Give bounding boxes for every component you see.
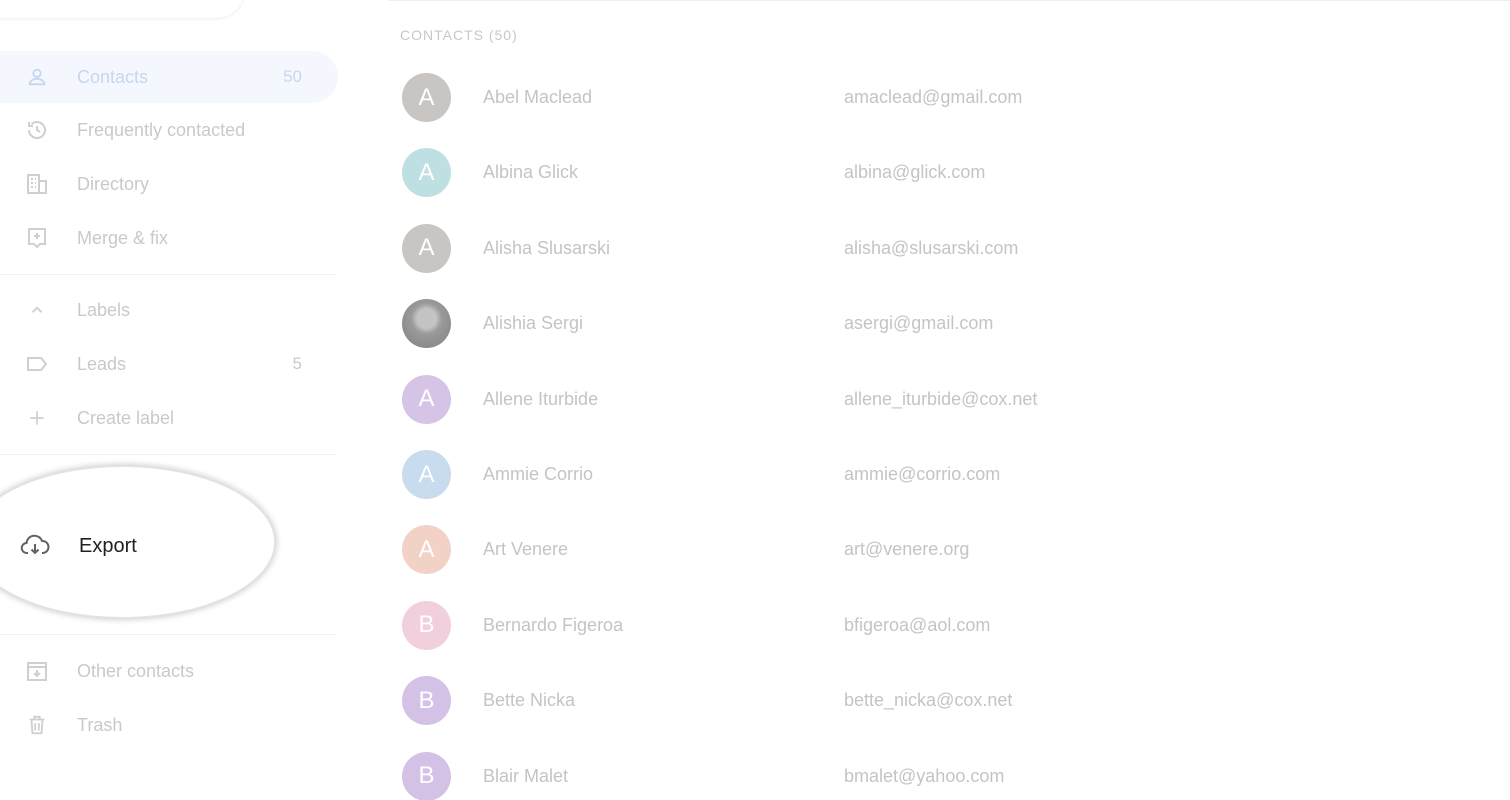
- contact-name: Blair Malet: [483, 765, 569, 786]
- contact-name: Allene Iturbide: [483, 388, 599, 409]
- cloud-download-icon: [20, 533, 50, 559]
- sidebar-item-frequently-contacted[interactable]: Frequently contacted: [0, 104, 338, 156]
- contact-email: albina@glick.com: [844, 162, 986, 183]
- avatar: A: [402, 450, 451, 499]
- avatar: B: [402, 676, 451, 726]
- sidebar: Contacts 50 Frequently contacted Directo…: [0, 0, 340, 800]
- contact-row[interactable]: A Albina Glick albina@glick.com: [388, 135, 1510, 210]
- contact-name: Bernardo Figeroa: [483, 614, 624, 635]
- contact-name: Alisha Slusarski: [483, 237, 611, 258]
- avatar: A: [402, 525, 451, 575]
- section-title: CONTACTS (50): [400, 27, 518, 43]
- archive-icon: [24, 658, 50, 684]
- avatar: A: [402, 223, 451, 273]
- contact-name: Ammie Corrio: [483, 464, 594, 484]
- contact-row[interactable]: A Art Venere art@venere.org: [388, 512, 1510, 587]
- sidebar-item-label: Other contacts: [77, 660, 195, 681]
- label-icon: [24, 351, 50, 377]
- history-icon: [24, 117, 50, 143]
- contact-row[interactable]: A Allene Iturbide allene_iturbide@cox.net: [388, 362, 1510, 437]
- sidebar-item-label: Merge & fix: [77, 227, 169, 248]
- export-label: Export: [79, 534, 137, 557]
- chevron-up-icon: [24, 297, 50, 323]
- building-icon: [24, 171, 50, 197]
- labels-header: Labels: [77, 299, 131, 320]
- sidebar-item-leads[interactable]: Leads 5: [0, 338, 338, 390]
- contact-row[interactable]: A Alisha Slusarski alisha@slusarski.com: [388, 211, 1510, 286]
- contact-name: Albina Glick: [483, 162, 579, 183]
- avatar: B: [402, 600, 451, 650]
- export-button[interactable]: Export: [0, 520, 260, 572]
- sidebar-item-other-contacts[interactable]: Other contacts: [0, 645, 338, 697]
- auto-fix-icon: [24, 225, 50, 251]
- contact-name: Bette Nicka: [483, 690, 576, 711]
- contact-email: amaclead@gmail.com: [844, 87, 1023, 107]
- labels-toggle[interactable]: Labels: [0, 284, 338, 336]
- contact-row[interactable]: B Bette Nicka bette_nicka@cox.net: [388, 663, 1510, 738]
- contacts-count: 50: [283, 67, 302, 86]
- contact-name: Abel Maclead: [483, 87, 593, 107]
- trash-icon: [24, 712, 50, 738]
- contact-email: bmalet@yahoo.com: [844, 765, 1005, 786]
- avatar: B: [402, 751, 451, 800]
- sidebar-item-merge-fix[interactable]: Merge & fix: [0, 212, 338, 264]
- avatar: A: [402, 73, 451, 122]
- avatar: A: [402, 374, 451, 424]
- avatar: A: [402, 148, 451, 198]
- person-icon: [24, 64, 50, 90]
- contact-name: Alishia Sergi: [483, 313, 584, 334]
- contact-email: art@venere.org: [844, 539, 970, 560]
- contact-email: asergi@gmail.com: [844, 313, 994, 334]
- contact-row[interactable]: B Blair Malet bmalet@yahoo.com: [388, 739, 1510, 800]
- divider: [0, 454, 336, 455]
- sidebar-item-label: Trash: [77, 714, 123, 735]
- divider: [388, 0, 1510, 1]
- sidebar-item-directory[interactable]: Directory: [0, 158, 338, 210]
- contact-row[interactable]: Alishia Sergi asergi@gmail.com: [388, 286, 1510, 361]
- contact-row[interactable]: A Abel Maclead amaclead@gmail.com: [388, 60, 1510, 135]
- plus-icon: [24, 405, 50, 431]
- sidebar-item-contacts[interactable]: Contacts 50: [0, 51, 338, 103]
- leads-count: 5: [292, 354, 302, 373]
- sidebar-item-label: Directory: [77, 173, 150, 194]
- sidebar-item-label: Frequently contacted: [77, 119, 246, 140]
- create-contact-button[interactable]: [0, 0, 245, 18]
- contact-email: allene_iturbide@cox.net: [844, 388, 1038, 409]
- avatar: [402, 299, 451, 349]
- divider: [0, 274, 336, 275]
- contact-row[interactable]: A Ammie Corrio ammie@corrio.com: [388, 437, 1510, 512]
- contacts-list-panel: CONTACTS (50) A Abel Maclead amaclead@gmai…: [388, 0, 1510, 800]
- sidebar-item-label: Create label: [77, 407, 175, 428]
- sidebar-item-label: Leads: [77, 353, 127, 374]
- contact-email: alisha@slusarski.com: [844, 237, 1019, 258]
- contact-name: Art Venere: [483, 539, 569, 560]
- contact-email: bette_nicka@cox.net: [844, 690, 1013, 711]
- contact-email: bfigeroa@aol.com: [844, 614, 991, 635]
- contact-row[interactable]: B Bernardo Figeroa bfigeroa@aol.com: [388, 588, 1510, 663]
- sidebar-item-trash[interactable]: Trash: [0, 699, 338, 751]
- divider: [0, 634, 336, 635]
- create-label-button[interactable]: Create label: [0, 392, 338, 444]
- contact-email: ammie@corrio.com: [844, 464, 1001, 484]
- sidebar-item-label: Contacts: [77, 66, 149, 87]
